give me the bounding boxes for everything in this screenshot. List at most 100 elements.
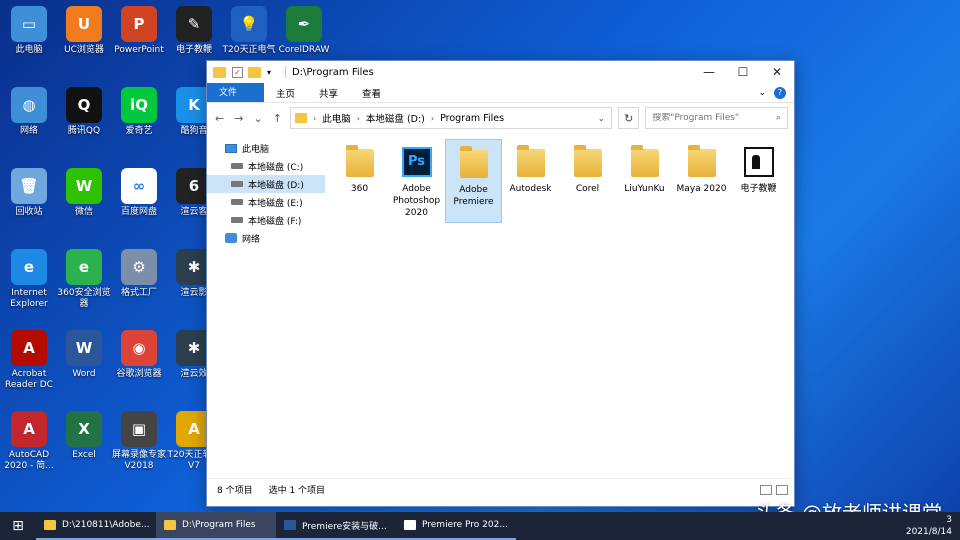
desktop-shortcut-label: CorelDRAW	[278, 45, 330, 55]
taskbar-item[interactable]: D:\210811\Adobe...	[36, 512, 156, 540]
address-bar[interactable]: › 此电脑 › 本地磁盘 (D:) › Program Files ⌄	[290, 107, 613, 129]
desktop-shortcut[interactable]: ⚙ 格式工厂	[110, 249, 168, 299]
recent-locations-button[interactable]: ⌄	[252, 112, 265, 125]
desktop-shortcut-label: 回收站	[15, 207, 43, 217]
forward-button[interactable]: →	[232, 112, 245, 125]
up-button[interactable]: ↑	[271, 112, 284, 125]
folder-icon	[295, 113, 307, 123]
explorer-window: ✓ ▾ D:\Program Files — ☐ ✕ 文件 主页 共享 查看 ⌄…	[206, 60, 795, 507]
nav-item[interactable]: 此电脑	[207, 139, 325, 157]
address-dropdown-icon[interactable]: ⌄	[591, 114, 611, 123]
breadcrumb-drive-d[interactable]: 本地磁盘 (D:)	[366, 111, 425, 125]
desktop-shortcut-label: Internet Explorer	[10, 288, 48, 309]
close-button[interactable]: ✕	[760, 61, 794, 83]
nav-item-label: 本地磁盘 (C:)	[248, 162, 304, 173]
new-folder-quick-icon[interactable]	[248, 66, 261, 78]
desktop-shortcut[interactable]: iQ 爱奇艺	[110, 87, 168, 137]
recycle-bin-icon: 🗑	[11, 168, 47, 204]
nav-item[interactable]: 本地磁盘 (F:)	[207, 211, 325, 229]
system-clock[interactable]: 3 2021/8/14	[906, 514, 960, 538]
uc-browser-icon: U	[66, 6, 102, 42]
iqiyi-icon: iQ	[121, 87, 157, 123]
tab-file[interactable]: 文件	[207, 83, 264, 102]
desktop-shortcut[interactable]: U UC浏览器	[55, 6, 113, 56]
maximize-button[interactable]: ☐	[726, 61, 760, 83]
file-item[interactable]: Corel	[559, 139, 616, 223]
desktop-shortcut-label: 360安全浏览器	[57, 288, 111, 309]
ribbon-spacer	[393, 83, 754, 102]
file-item[interactable]: Autodesk	[502, 139, 559, 223]
minimize-button[interactable]: —	[692, 61, 726, 83]
nav-item[interactable]: 网络	[207, 229, 325, 247]
file-item[interactable]: 电子教鞭	[730, 139, 787, 223]
file-item[interactable]: 360	[331, 139, 388, 223]
desktop-shortcut[interactable]: Q 腾讯QQ	[55, 87, 113, 137]
tab-share[interactable]: 共享	[307, 83, 350, 102]
file-name: Adobe Photoshop 2020	[392, 184, 441, 218]
search-input[interactable]	[652, 113, 776, 123]
desktop-shortcut[interactable]: W 微信	[55, 168, 113, 218]
desktop-shortcut-label: 电子教鞭	[175, 45, 212, 55]
nav-item[interactable]: 本地磁盘 (C:)	[207, 157, 325, 175]
desktop-shortcut[interactable]: X Excel	[55, 411, 113, 461]
desktop-shortcut[interactable]: P PowerPoint	[110, 6, 168, 56]
folder-icon	[213, 66, 226, 78]
desktop-shortcut[interactable]: e Internet Explorer	[0, 249, 58, 310]
taskbar-item[interactable]: D:\Program Files	[156, 512, 276, 540]
taskbar-items: D:\210811\Adobe... D:\Program Files Premie…	[36, 512, 516, 540]
back-button[interactable]: ←	[213, 112, 226, 125]
e-pointer-icon	[742, 145, 776, 179]
desktop-shortcut[interactable]: ✒ CorelDRAW	[275, 6, 333, 56]
desktop-shortcut-label: 百度网盘	[120, 207, 157, 217]
desktop-shortcut[interactable]: ∞ 百度网盘	[110, 168, 168, 218]
taskbar-item[interactable]: Premiere Pro 202...	[396, 512, 516, 540]
breadcrumb-separator[interactable]: ›	[431, 114, 434, 123]
taskbar-item[interactable]: Premiere安装与破...	[276, 512, 396, 540]
desktop-shortcut-label: 格式工厂	[120, 288, 157, 298]
desktop-shortcut[interactable]: 💡 T20天正电气	[220, 6, 278, 56]
desktop-shortcut-label: Word	[72, 369, 96, 379]
start-button[interactable]: ⊞	[0, 512, 36, 540]
desktop-shortcut[interactable]: e 360安全浏览器	[55, 249, 113, 310]
t20-electric-icon: 💡	[231, 6, 267, 42]
breadcrumb-program-files[interactable]: Program Files	[440, 113, 504, 124]
desktop-shortcut[interactable]: ◉ 谷歌浏览器	[110, 330, 168, 380]
tab-view[interactable]: 查看	[350, 83, 393, 102]
file-name: 电子教鞭	[740, 184, 777, 194]
desktop-shortcut[interactable]: A Acrobat Reader DC	[0, 330, 58, 391]
quick-access-dropdown-icon[interactable]: ▾	[267, 68, 271, 77]
desktop-shortcut[interactable]: 🗑 回收站	[0, 168, 58, 218]
drive-icon	[231, 217, 243, 223]
file-item[interactable]: Adobe Premiere	[445, 139, 502, 223]
search-box[interactable]: ⌕	[645, 107, 788, 129]
file-item[interactable]: LiuYunKu	[616, 139, 673, 223]
autocad-icon: A	[11, 411, 47, 447]
large-icons-view-button[interactable]	[776, 484, 788, 495]
desktop-shortcut[interactable]: ▣ 屏幕录像专家V2018	[110, 411, 168, 472]
search-icon[interactable]: ⌕	[776, 113, 781, 123]
refresh-button[interactable]: ↻	[618, 107, 640, 129]
baidu-netdisk-icon: ∞	[121, 168, 157, 204]
file-item[interactable]: Maya 2020	[673, 139, 730, 223]
desktop-shortcut-label: 网络	[19, 126, 38, 136]
nav-item-label: 本地磁盘 (F:)	[248, 216, 302, 227]
desktop-shortcut-label: UC浏览器	[64, 45, 104, 55]
nav-item[interactable]: 本地磁盘 (E:)	[207, 193, 325, 211]
help-button[interactable]: ?	[770, 83, 794, 102]
breadcrumb-separator[interactable]: ›	[357, 114, 360, 123]
desktop-shortcut[interactable]: A AutoCAD 2020 - 简...	[0, 411, 58, 472]
desktop-shortcut[interactable]: ◍ 网络	[0, 87, 58, 137]
360-browser-icon: e	[66, 249, 102, 285]
file-item[interactable]: Ps Adobe Photoshop 2020	[388, 139, 445, 223]
folder-icon	[571, 145, 605, 179]
desktop-shortcut[interactable]: ✎ 电子教鞭	[165, 6, 223, 56]
properties-quick-icon[interactable]: ✓	[232, 66, 243, 78]
title-bar[interactable]: ✓ ▾ D:\Program Files — ☐ ✕	[207, 61, 794, 83]
breadcrumb-this-pc[interactable]: 此电脑	[322, 111, 351, 125]
tab-home[interactable]: 主页	[264, 83, 307, 102]
desktop-shortcut[interactable]: W Word	[55, 330, 113, 380]
ribbon-collapse-icon[interactable]: ⌄	[754, 83, 770, 102]
nav-item[interactable]: 本地磁盘 (D:)	[207, 175, 325, 193]
details-view-button[interactable]	[760, 484, 772, 495]
desktop-shortcut[interactable]: ▭ 此电脑	[0, 6, 58, 56]
